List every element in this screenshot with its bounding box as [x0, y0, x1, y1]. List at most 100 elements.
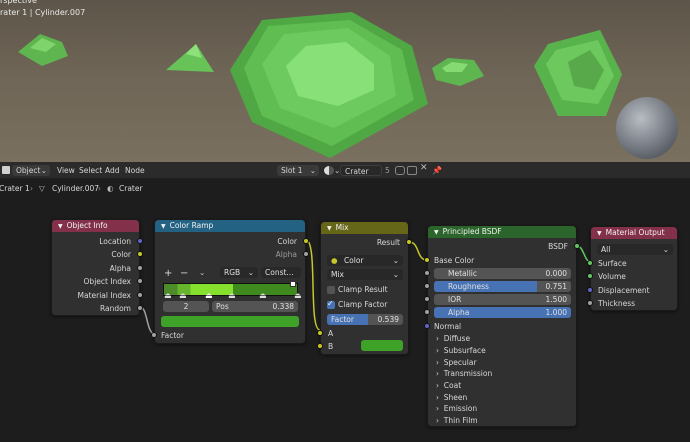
socket-alpha[interactable]: [424, 309, 430, 315]
clamp-factor-label: Clamp Factor: [338, 300, 388, 309]
add-stop-button[interactable]: +: [164, 268, 172, 279]
node-header[interactable]: ▼ Object Info: [52, 220, 139, 232]
socket-factor[interactable]: [151, 332, 157, 338]
ramp-stop-handle[interactable]: ⏏: [259, 291, 267, 300]
socket-random[interactable]: [137, 305, 143, 311]
socket-displacement[interactable]: [587, 287, 593, 293]
breadcrumb-object[interactable]: Crater 1: [0, 184, 30, 193]
panel-coat[interactable]: › Coat: [436, 381, 461, 390]
pin-icon[interactable]: 📌: [432, 165, 442, 176]
menu-select[interactable]: Select: [79, 165, 102, 176]
data-type-dropdown[interactable]: ● Color ⌄: [327, 255, 403, 266]
ramp-stop-handle[interactable]: ⏏: [294, 291, 302, 300]
interpolation-label: Const...: [265, 268, 294, 277]
chevron-down-icon[interactable]: ▼: [161, 221, 166, 233]
node-header[interactable]: ▼ Principled BSDF: [428, 226, 576, 238]
panel-label: Diffuse: [443, 334, 471, 343]
socket-base-color[interactable]: [424, 257, 430, 263]
chevron-down-icon[interactable]: ▼: [58, 221, 63, 233]
chevron-down-icon[interactable]: ▼: [434, 227, 439, 239]
socket-ior[interactable]: [424, 296, 430, 302]
node-color-ramp[interactable]: ▼ Color Ramp Color Alpha + − ⌄ RGB ⌄ Const…: [151, 219, 309, 344]
socket-bsdf[interactable]: [574, 243, 580, 249]
clamp-result-checkbox[interactable]: [327, 286, 335, 294]
socket-color[interactable]: [303, 238, 309, 244]
ramp-stop-handle-active[interactable]: ⏏: [205, 291, 213, 300]
node-title: Object Info: [66, 221, 108, 230]
menu-view[interactable]: View: [57, 165, 75, 176]
editor-type-icon[interactable]: [2, 166, 10, 174]
unlink-close-icon[interactable]: ✕: [420, 163, 428, 174]
socket-surface[interactable]: [587, 260, 593, 266]
socket-roughness[interactable]: [424, 283, 430, 289]
chevron-down-icon[interactable]: ⌄: [199, 268, 205, 277]
output-location: Location: [99, 237, 131, 246]
socket-result[interactable]: [406, 239, 412, 245]
node-header[interactable]: ▼ Mix: [321, 222, 408, 234]
alpha-value: 1.000: [545, 308, 567, 317]
socket-alpha[interactable]: [303, 251, 309, 257]
socket-thickness[interactable]: [587, 300, 593, 306]
socket-b[interactable]: [317, 343, 323, 349]
ramp-stop-handle[interactable]: ⏏: [164, 291, 172, 300]
stop-position-field[interactable]: Pos 0.338: [212, 301, 298, 312]
object-mode-dropdown[interactable]: Object ⌄: [12, 165, 50, 176]
node-object-info[interactable]: ▼ Object Info Location Color Alpha Object…: [51, 219, 143, 316]
blend-mode-dropdown[interactable]: Mix ⌄: [327, 269, 403, 280]
panel-thin-film[interactable]: › Thin Film: [436, 416, 478, 425]
interpolation-dropdown[interactable]: Const...: [261, 267, 301, 278]
chevron-down-icon[interactable]: ▼: [327, 223, 332, 235]
alpha-field[interactable]: Alpha 1.000: [434, 307, 571, 318]
active-stop-index-field[interactable]: 2: [163, 301, 209, 312]
roughness-field[interactable]: Roughness 0.751: [434, 281, 571, 292]
menu-add[interactable]: Add: [105, 165, 120, 176]
socket-material-index[interactable]: [137, 292, 143, 298]
socket-object-index[interactable]: [137, 278, 143, 284]
3d-viewport[interactable]: rspective rater 1 | Cylinder.007: [0, 0, 690, 162]
ramp-stop-handle[interactable]: ⏏: [228, 291, 236, 300]
chevron-down-icon: ⌄: [247, 268, 254, 277]
socket-normal[interactable]: [424, 323, 430, 329]
socket-a[interactable]: [317, 330, 323, 336]
panel-specular[interactable]: › Specular: [436, 358, 477, 367]
socket-metallic[interactable]: [424, 270, 430, 276]
ior-field[interactable]: IOR 1.500: [434, 294, 571, 305]
pos-value: 0.338: [272, 302, 294, 311]
b-color-swatch[interactable]: [361, 340, 403, 351]
panel-diffuse[interactable]: › Diffuse: [436, 334, 470, 343]
node-principled-bsdf[interactable]: ▼ Principled BSDF BSDF Base Color Metalli…: [424, 225, 580, 427]
ramp-stop-white[interactable]: [290, 281, 296, 287]
node-header[interactable]: ▼ Color Ramp: [155, 220, 305, 232]
fake-user-shield-icon[interactable]: [395, 166, 405, 175]
chevron-right-icon: ›: [436, 393, 439, 402]
socket-alpha[interactable]: [137, 265, 143, 271]
metallic-field[interactable]: Metallic 0.000: [434, 268, 571, 279]
render-target-dropdown[interactable]: All ⌄: [597, 244, 673, 255]
material-name-field[interactable]: Crater: [340, 165, 382, 176]
node-mix[interactable]: ▼ Mix Result ● Color ⌄ Mix ⌄ Clamp Result…: [317, 221, 412, 355]
stop-color-swatch[interactable]: [161, 316, 299, 327]
node-title: Mix: [335, 223, 349, 232]
slot-dropdown[interactable]: Slot 1 ⌄: [277, 165, 319, 176]
clamp-factor-checkbox[interactable]: [327, 299, 335, 309]
node-material-output[interactable]: ▼ Material Output All ⌄ Surface Volume Di…: [587, 226, 678, 311]
panel-transmission[interactable]: › Transmission: [436, 369, 492, 378]
breadcrumb-material[interactable]: Crater: [119, 184, 143, 193]
panel-sheen[interactable]: › Sheen: [436, 393, 467, 402]
socket-location[interactable]: [137, 238, 143, 244]
panel-emission[interactable]: › Emission: [436, 404, 477, 413]
panel-subsurface[interactable]: › Subsurface: [436, 346, 486, 355]
socket-color[interactable]: [137, 251, 143, 257]
socket-volume[interactable]: [587, 273, 593, 279]
ramp-stop-handle[interactable]: ⏏: [179, 291, 187, 300]
duplicate-material-icon[interactable]: [407, 166, 417, 175]
node-header[interactable]: ▼ Material Output: [591, 227, 677, 239]
remove-stop-button[interactable]: −: [180, 268, 188, 279]
factor-slider[interactable]: Factor 0.539: [327, 314, 403, 325]
chevron-down-icon[interactable]: ▼: [597, 228, 602, 240]
material-sphere-icon[interactable]: [324, 166, 334, 175]
color-mode-dropdown[interactable]: RGB ⌄: [220, 267, 258, 278]
menu-node[interactable]: Node: [125, 165, 145, 176]
breadcrumb-mesh[interactable]: Cylinder.007: [52, 184, 99, 193]
output-alpha: Alpha: [109, 264, 131, 273]
